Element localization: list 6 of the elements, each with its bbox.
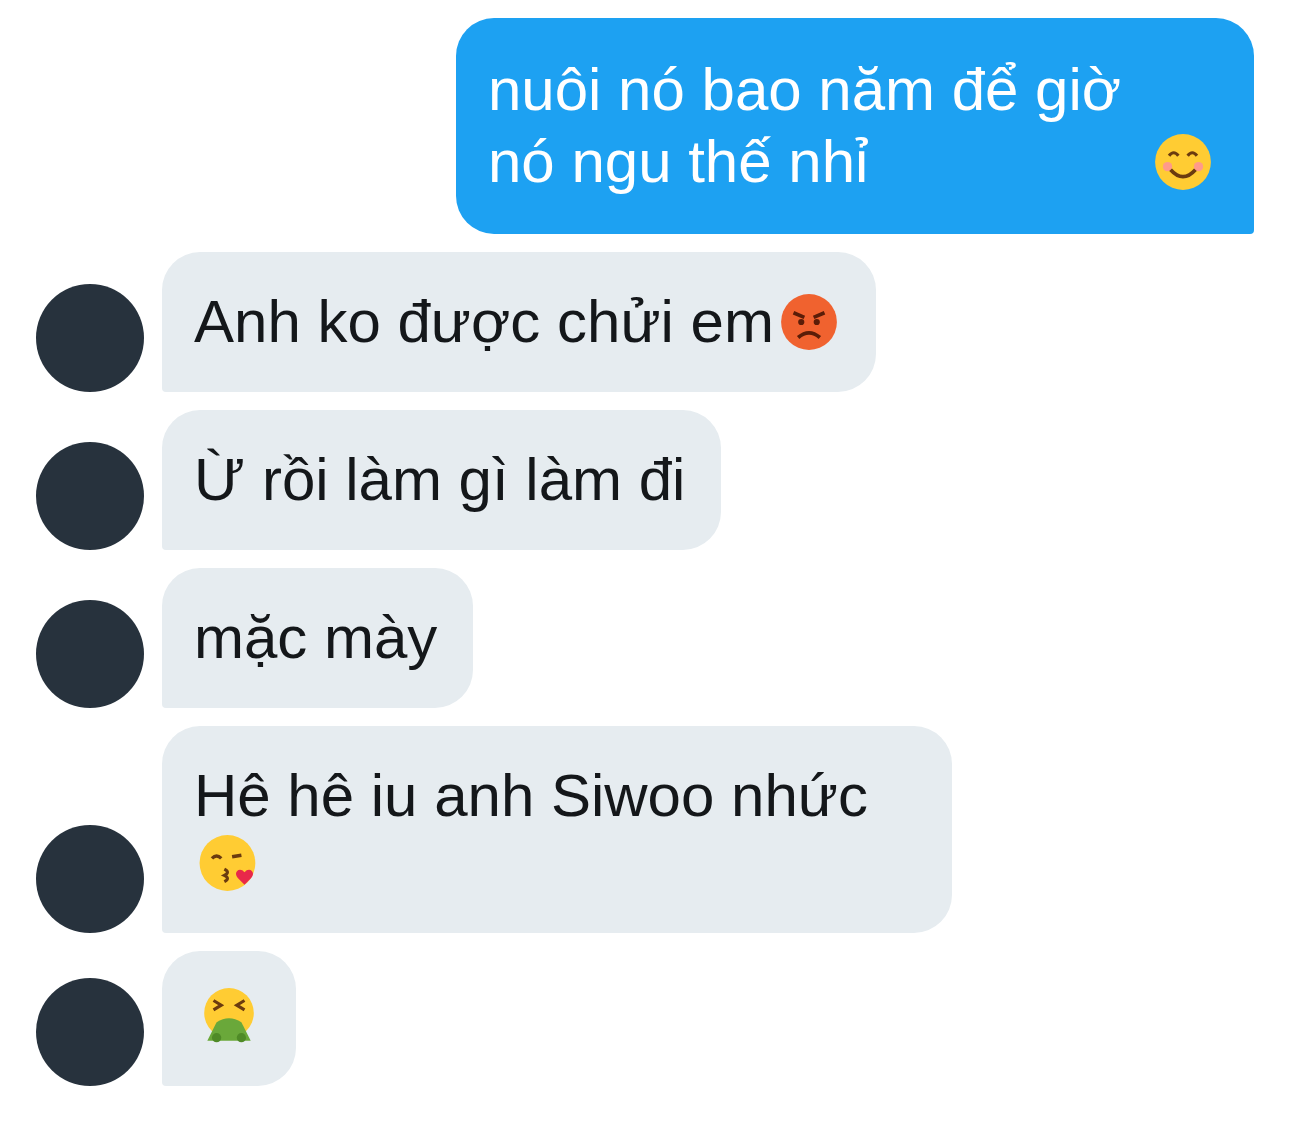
message-text: Hê hê iu anh Siwoo nhức — [194, 761, 868, 831]
message-text: nuôi nó bao năm để giờ nó ngu thế nhỉ — [488, 55, 1123, 197]
message-text: mặc mày — [194, 603, 438, 673]
message-text: Anh ko được chửi em — [194, 287, 774, 357]
smiling-face-icon — [1152, 131, 1214, 193]
message-text: Ừ rồi làm gì làm đi — [194, 445, 686, 515]
